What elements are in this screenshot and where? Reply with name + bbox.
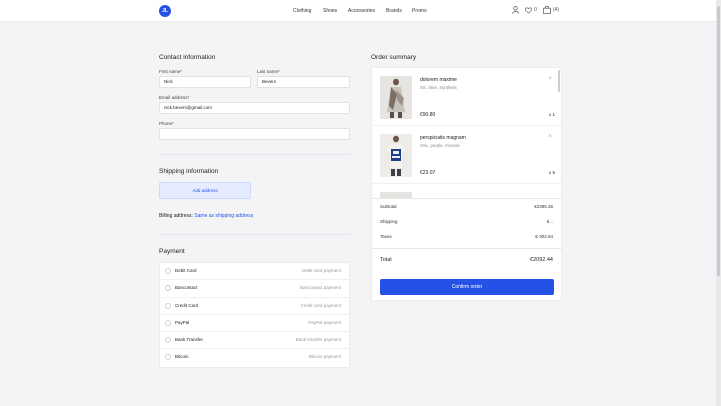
radio-button[interactable] — [165, 302, 171, 309]
summary-divider — [372, 248, 561, 249]
wishlist-count: 0 — [534, 7, 537, 13]
radio-button[interactable] — [165, 268, 171, 274]
last-name-field[interactable]: Bevers — [257, 76, 350, 88]
payment-option-description: Bank transfer payment — [295, 337, 341, 343]
phone-label: Phone* — [159, 121, 174, 126]
billing-address-link[interactable]: Same as shipping address — [194, 213, 253, 219]
first-name-label: First name* — [159, 69, 183, 74]
subtotal-label: Subtotal — [380, 204, 397, 209]
heart-icon — [525, 6, 533, 14]
total-row: Total €2092.44 — [380, 257, 553, 263]
payment-option-name: Credit Card — [175, 302, 199, 308]
subtotal-value: €2395.36 — [534, 204, 553, 209]
product-image[interactable] — [380, 134, 412, 177]
cart-item: perspiciatis magnam XXL, purple, Viscose… — [372, 126, 561, 184]
payment-option-description: Bitcoin payment — [308, 354, 341, 360]
payment-option-name: PayPal — [175, 319, 190, 325]
item-price: €23.07 — [420, 170, 436, 176]
scrollbar-thumb[interactable] — [717, 6, 720, 276]
page-scrollbar[interactable] — [716, 0, 721, 406]
payment-option-description: Bancontact payment — [299, 285, 341, 291]
wishlist-button[interactable]: 0 — [525, 6, 537, 14]
brand-logo[interactable]: JL — [159, 5, 171, 17]
subtotal-row: Subtotal €2395.36 — [380, 204, 553, 209]
item-details: XXL, purple, Viscose — [420, 143, 460, 148]
radio-button[interactable] — [165, 319, 171, 326]
confirm-order-button[interactable]: Confirm order — [380, 279, 554, 295]
user-icon[interactable] — [512, 6, 519, 14]
nav-shoes[interactable]: Shoes — [323, 8, 337, 14]
taxes-label: Taxes — [380, 234, 392, 239]
payment-section-title: Payment — [159, 248, 185, 255]
billing-address-label: Billing address: — [159, 213, 193, 219]
radio-button[interactable] — [165, 337, 171, 344]
payment-option-paypal[interactable]: PayPal PayPal payment — [160, 315, 349, 333]
radio-button[interactable] — [165, 354, 171, 361]
nav-accessories[interactable]: Accessories — [348, 8, 375, 14]
last-name-label: Last name* — [257, 69, 280, 74]
phone-field[interactable] — [159, 128, 350, 140]
section-divider — [159, 234, 350, 235]
item-quantity: x 6 — [548, 170, 555, 175]
summary-divider — [372, 198, 561, 199]
top-navigation-bar: JL Clothing Shoes Accessories Brands Pro… — [0, 0, 721, 22]
close-icon[interactable]: × — [548, 134, 552, 140]
payment-option-description: Debit card payment — [301, 268, 341, 273]
nav-clothing[interactable]: Clothing — [293, 8, 311, 14]
item-price: €90.80 — [420, 112, 436, 118]
add-address-button[interactable]: Add address — [159, 182, 251, 199]
first-name-field[interactable]: Nick — [159, 76, 251, 88]
close-icon[interactable]: × — [548, 76, 552, 82]
total-label: Total — [380, 257, 392, 263]
payment-option-name: Bancontact — [175, 285, 198, 291]
taxes-row: Taxes €-302.94 — [380, 234, 553, 239]
payment-option-description: PayPal payment — [308, 319, 341, 325]
payment-option-description: Credit card payment — [300, 302, 341, 308]
shipping-section-title: Shipping information — [159, 168, 219, 175]
order-summary-title: Order summary — [371, 54, 417, 61]
total-value: €2092.44 — [530, 257, 553, 263]
shipping-value: €... — [546, 219, 553, 224]
cart-count: (4) — [552, 7, 559, 13]
contact-section-title: Contact information — [159, 54, 216, 61]
payment-option-bank-transfer[interactable]: Bank Transfer Bank transfer payment — [160, 332, 349, 350]
product-image[interactable] — [380, 76, 412, 119]
nav-promo[interactable]: Promo — [412, 8, 427, 14]
billing-address: Billing address: Same as shipping addres… — [159, 213, 253, 219]
payment-methods-list: Debit Card Debit card payment Bancontact… — [159, 262, 350, 368]
nav-brands[interactable]: Brands — [386, 8, 402, 14]
shipping-label: Shipping — [380, 219, 398, 224]
order-summary-panel: dolorem maxime XS, olive, Synthetic €90.… — [371, 67, 562, 301]
payment-option-name: Bitcoin — [175, 354, 189, 360]
item-details: XS, olive, Synthetic — [420, 85, 458, 90]
payment-option-debit-card[interactable]: Debit Card Debit card payment — [160, 263, 349, 281]
shopping-bag-icon — [543, 6, 551, 14]
email-field[interactable]: nick.bevers@gmail.com — [159, 102, 350, 114]
item-quantity: x 1 — [548, 112, 555, 117]
email-label: Email address* — [159, 95, 190, 100]
item-name[interactable]: perspiciatis magnam — [420, 135, 466, 141]
payment-option-name: Bank Transfer — [175, 337, 204, 343]
payment-option-credit-card[interactable]: Credit Card Credit card payment — [160, 298, 349, 315]
taxes-value: €-302.94 — [535, 234, 553, 239]
cart-item: dolorem maxime XS, olive, Synthetic €90.… — [372, 68, 561, 126]
payment-option-bancontact[interactable]: Bancontact Bancontact payment — [160, 280, 349, 298]
cart-button[interactable]: (4) — [543, 6, 559, 14]
payment-option-bitcoin[interactable]: Bitcoin Bitcoin payment — [160, 349, 349, 366]
payment-option-name: Debit Card — [175, 268, 197, 273]
shipping-row: Shipping €... — [380, 219, 553, 224]
radio-button[interactable] — [165, 285, 171, 292]
item-name[interactable]: dolorem maxime — [420, 77, 457, 83]
section-divider — [159, 154, 350, 155]
